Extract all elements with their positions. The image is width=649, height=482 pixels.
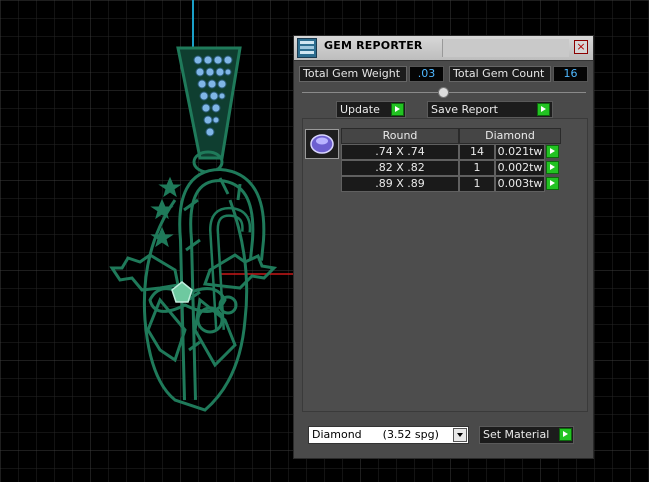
play-arrow-icon[interactable] xyxy=(546,161,559,174)
set-material-button[interactable]: Set Material xyxy=(479,426,574,444)
gem-count: 1 xyxy=(459,176,495,192)
save-report-button[interactable]: Save Report xyxy=(427,101,553,118)
material-dropdown[interactable]: Diamond (3.52 spg) xyxy=(308,426,469,444)
gem-weight: 0.003tw xyxy=(495,176,545,192)
update-label: Update xyxy=(340,103,380,116)
header-material: Diamond xyxy=(459,128,561,144)
chevron-down-icon[interactable] xyxy=(453,428,467,442)
close-icon: × xyxy=(576,40,586,53)
gem-weight: 0.021tw xyxy=(495,144,545,160)
gem-size: .89 X .89 xyxy=(341,176,459,192)
round-gem-icon xyxy=(310,134,334,154)
total-gem-count-label: Total Gem Count xyxy=(449,66,551,82)
total-gem-weight-value: .03 xyxy=(409,66,444,82)
update-button[interactable]: Update xyxy=(336,101,406,118)
gem-reporter-icon xyxy=(297,38,317,58)
total-gem-weight-label: Total Gem Weight xyxy=(299,66,407,82)
title-bar-fill xyxy=(442,39,569,57)
play-arrow-icon xyxy=(537,103,550,116)
save-report-label: Save Report xyxy=(431,103,498,116)
gem-thumbnail[interactable] xyxy=(305,129,339,159)
play-arrow-icon xyxy=(559,428,572,441)
play-arrow-icon[interactable] xyxy=(546,177,559,190)
gem-count: 14 xyxy=(459,144,495,160)
slider-handle[interactable] xyxy=(438,87,449,98)
total-gem-count-value: 16 xyxy=(553,66,588,82)
close-button[interactable]: × xyxy=(574,40,588,54)
gem-weight: 0.002tw xyxy=(495,160,545,176)
panel-title: GEM REPORTER xyxy=(324,39,423,52)
material-selected-value: Diamond (3.52 spg) xyxy=(312,428,439,441)
play-arrow-icon xyxy=(391,103,404,116)
set-material-label: Set Material xyxy=(483,428,550,441)
gem-reporter-panel: GEM REPORTER × Total Gem Weight .03 Tota… xyxy=(293,35,594,459)
header-shape: Round xyxy=(341,128,459,144)
gem-size: .74 X .74 xyxy=(341,144,459,160)
gem-count: 1 xyxy=(459,160,495,176)
play-arrow-icon[interactable] xyxy=(546,145,559,158)
title-bar[interactable]: GEM REPORTER × xyxy=(294,36,593,61)
gem-size: .82 X .82 xyxy=(341,160,459,176)
